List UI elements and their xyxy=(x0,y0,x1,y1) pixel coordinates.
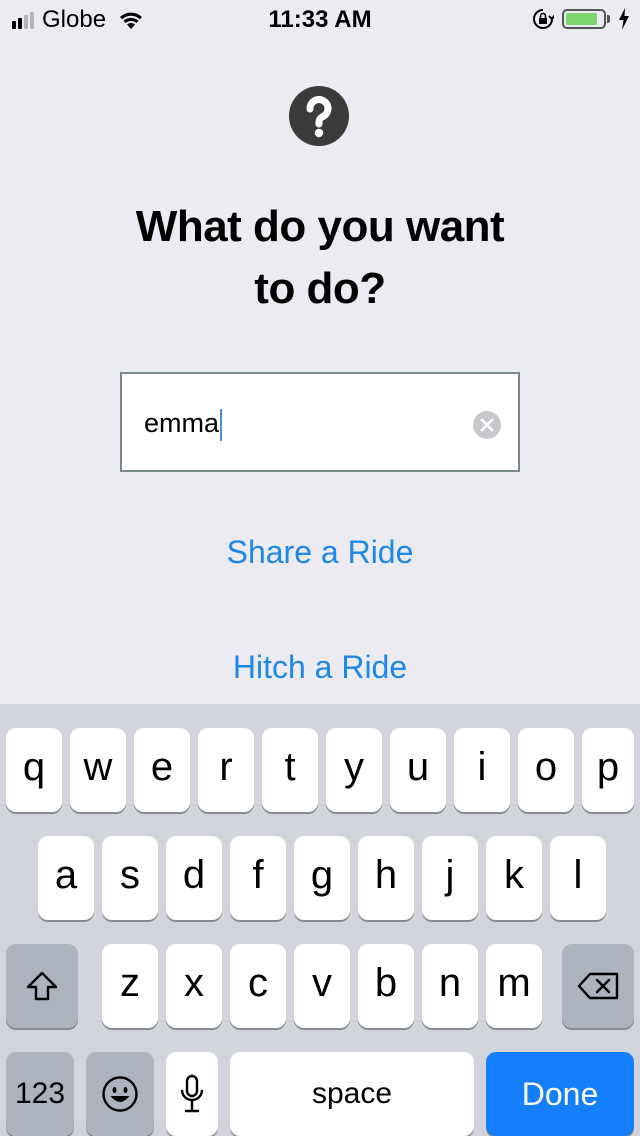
question-circle-icon xyxy=(289,86,349,146)
key-p[interactable]: p xyxy=(582,728,634,812)
page-title: What do you want to do? xyxy=(60,196,580,320)
name-input[interactable]: emma xyxy=(120,372,520,472)
key-w[interactable]: w xyxy=(70,728,126,812)
battery-level xyxy=(566,13,597,25)
key-u[interactable]: u xyxy=(390,728,446,812)
key-y[interactable]: y xyxy=(326,728,382,812)
charging-bolt-icon xyxy=(619,8,629,30)
key-a[interactable]: a xyxy=(38,836,94,920)
emoji-icon xyxy=(102,1076,138,1112)
key-n[interactable]: n xyxy=(422,944,478,1028)
battery-icon xyxy=(562,9,606,29)
rotation-lock-icon xyxy=(533,9,554,29)
emoji-key[interactable] xyxy=(86,1052,154,1136)
space-key[interactable]: space xyxy=(230,1052,474,1136)
key-d[interactable]: d xyxy=(166,836,222,920)
key-v[interactable]: v xyxy=(294,944,350,1028)
hitch-a-ride-button[interactable]: Hitch a Ride xyxy=(0,647,640,687)
key-b[interactable]: b xyxy=(358,944,414,1028)
clear-x-icon[interactable] xyxy=(472,410,502,440)
backspace-icon xyxy=(577,972,619,1000)
status-bar: Globe 11:33 AM xyxy=(0,0,640,40)
key-x[interactable]: x xyxy=(166,944,222,1028)
done-key[interactable]: Done xyxy=(486,1052,634,1136)
key-j[interactable]: j xyxy=(422,836,478,920)
key-m[interactable]: m xyxy=(486,944,542,1028)
shift-key[interactable] xyxy=(6,944,78,1028)
key-s[interactable]: s xyxy=(102,836,158,920)
key-f[interactable]: f xyxy=(230,836,286,920)
key-k[interactable]: k xyxy=(486,836,542,920)
key-h[interactable]: h xyxy=(358,836,414,920)
numbers-key[interactable]: 123 xyxy=(6,1052,74,1136)
text-caret xyxy=(220,408,223,441)
title-line-2: to do? xyxy=(254,264,386,313)
key-i[interactable]: i xyxy=(454,728,510,812)
battery-tip xyxy=(607,15,610,23)
key-l[interactable]: l xyxy=(550,836,606,920)
key-r[interactable]: r xyxy=(198,728,254,812)
delete-key[interactable] xyxy=(562,944,634,1028)
share-a-ride-button[interactable]: Share a Ride xyxy=(0,532,640,572)
key-g[interactable]: g xyxy=(294,836,350,920)
name-input-value: emma xyxy=(144,408,220,438)
key-c[interactable]: c xyxy=(230,944,286,1028)
key-z[interactable]: z xyxy=(102,944,158,1028)
status-right xyxy=(532,8,630,30)
key-o[interactable]: o xyxy=(518,728,574,812)
shift-icon xyxy=(26,971,58,1001)
dictation-key[interactable] xyxy=(166,1052,218,1136)
keyboard: q w e r t y u i o p a s d f g h j k l z … xyxy=(0,704,640,1136)
key-t[interactable]: t xyxy=(262,728,318,812)
key-e[interactable]: e xyxy=(134,728,190,812)
title-line-1: What do you want xyxy=(135,202,505,251)
microphone-icon xyxy=(180,1074,204,1113)
key-q[interactable]: q xyxy=(6,728,62,812)
name-input-value-wrap: emma xyxy=(144,406,223,441)
